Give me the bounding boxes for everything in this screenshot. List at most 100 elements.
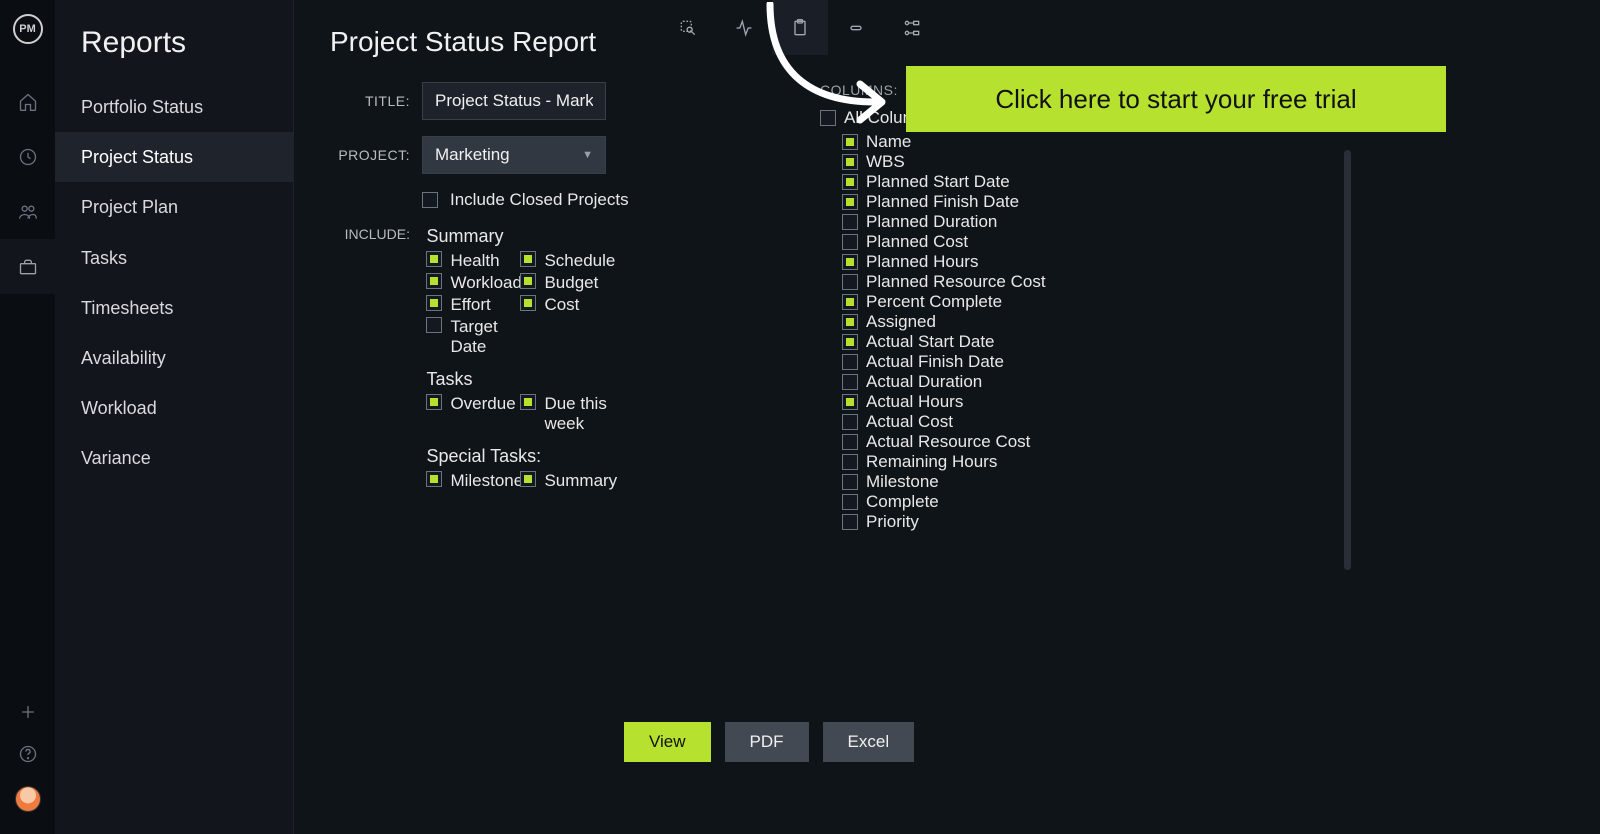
tool-clipboard-icon[interactable] (772, 0, 828, 55)
nav-people-icon[interactable] (0, 184, 55, 239)
column-checkbox-assigned[interactable] (842, 314, 858, 330)
column-checkbox-actual-finish-date[interactable] (842, 354, 858, 370)
column-checkbox-wbs[interactable] (842, 154, 858, 170)
columns-scrollbar[interactable] (1344, 150, 1351, 570)
column-label: Planned Start Date (866, 172, 1010, 192)
summary-cost-checkbox[interactable] (520, 295, 536, 311)
free-trial-cta[interactable]: Click here to start your free trial (906, 66, 1446, 132)
column-row: Complete (842, 492, 1140, 512)
column-label: Remaining Hours (866, 452, 997, 472)
column-checkbox-actual-duration[interactable] (842, 374, 858, 390)
column-label: Actual Resource Cost (866, 432, 1030, 452)
column-checkbox-priority[interactable] (842, 514, 858, 530)
sidebar-item-timesheets[interactable]: Timesheets (55, 283, 293, 333)
column-checkbox-planned-finish-date[interactable] (842, 194, 858, 210)
summary-effort-checkbox[interactable] (426, 295, 442, 311)
sidebar-item-project-plan[interactable]: Project Plan (55, 182, 293, 232)
page-title: Project Status Report (330, 26, 1564, 58)
column-row: Actual Hours (842, 392, 1140, 412)
column-checkbox-actual-hours[interactable] (842, 394, 858, 410)
special-milestones-checkbox[interactable] (426, 471, 442, 487)
nav-recent-icon[interactable] (0, 129, 55, 184)
sidebar-item-variance[interactable]: Variance (55, 433, 293, 483)
column-row: Name (842, 132, 1140, 152)
project-select[interactable]: Marketing ▼ (422, 136, 606, 174)
column-label: Priority (866, 512, 919, 532)
column-row: Planned Duration (842, 212, 1140, 232)
column-checkbox-actual-resource-cost[interactable] (842, 434, 858, 450)
tool-flow-icon[interactable] (884, 0, 940, 55)
nav-home-icon[interactable] (0, 74, 55, 129)
sidebar-item-project-status[interactable]: Project Status (55, 132, 293, 182)
column-row: Actual Start Date (842, 332, 1140, 352)
summary-budget-label: Budget (544, 273, 598, 293)
columns-panel: COLUMNS: All Columns NameWBSPlanned Star… (820, 82, 1140, 532)
column-row: Remaining Hours (842, 452, 1140, 472)
tasks-due-this-week-checkbox[interactable] (520, 394, 536, 410)
nav-briefcase-icon[interactable] (0, 239, 55, 294)
special-summary-checkbox[interactable] (520, 471, 536, 487)
nav-add-icon[interactable] (0, 702, 55, 722)
column-label: Name (866, 132, 911, 152)
column-label: WBS (866, 152, 905, 172)
include-label: INCLUDE: (330, 226, 410, 242)
column-label: Actual Finish Date (866, 352, 1004, 372)
summary-schedule-label: Schedule (544, 251, 615, 271)
column-checkbox-percent-complete[interactable] (842, 294, 858, 310)
special-header: Special Tasks: (426, 446, 610, 467)
include-closed-checkbox[interactable] (422, 192, 438, 208)
app-logo: PM (13, 14, 43, 44)
summary-health-label: Health (450, 251, 499, 271)
column-checkbox-planned-start-date[interactable] (842, 174, 858, 190)
report-form: TITLE: PROJECT: Marketing ▼ Include Clos… (330, 82, 710, 491)
column-checkbox-planned-resource-cost[interactable] (842, 274, 858, 290)
summary-budget-checkbox[interactable] (520, 273, 536, 289)
column-label: Planned Resource Cost (866, 272, 1046, 292)
column-row: Milestone (842, 472, 1140, 492)
excel-button[interactable]: Excel (823, 722, 915, 762)
column-checkbox-milestone[interactable] (842, 474, 858, 490)
summary-target-date-checkbox[interactable] (426, 317, 442, 333)
avatar[interactable] (15, 786, 41, 812)
icon-rail: PM (0, 0, 55, 834)
column-row: Assigned (842, 312, 1140, 332)
sidebar-item-availability[interactable]: Availability (55, 333, 293, 383)
tasks-due-this-week-label: Due this week (544, 394, 610, 434)
tool-minus-icon[interactable] (828, 0, 884, 55)
column-label: Complete (866, 492, 939, 512)
sidebar: Reports Portfolio StatusProject StatusPr… (55, 0, 294, 834)
column-checkbox-planned-duration[interactable] (842, 214, 858, 230)
column-row: Actual Finish Date (842, 352, 1140, 372)
include-closed-label: Include Closed Projects (450, 190, 629, 210)
column-label: Actual Start Date (866, 332, 995, 352)
pdf-button[interactable]: PDF (725, 722, 809, 762)
column-checkbox-complete[interactable] (842, 494, 858, 510)
summary-schedule-checkbox[interactable] (520, 251, 536, 267)
tool-search-icon[interactable] (660, 0, 716, 55)
column-checkbox-actual-cost[interactable] (842, 414, 858, 430)
tool-activity-icon[interactable] (716, 0, 772, 55)
column-label: Percent Complete (866, 292, 1002, 312)
column-checkbox-actual-start-date[interactable] (842, 334, 858, 350)
column-label: Actual Cost (866, 412, 953, 432)
summary-health-checkbox[interactable] (426, 251, 442, 267)
summary-target-date-label: Target Date (450, 317, 516, 357)
column-checkbox-remaining-hours[interactable] (842, 454, 858, 470)
tasks-overdue-checkbox[interactable] (426, 394, 442, 410)
view-button[interactable]: View (624, 722, 711, 762)
sidebar-item-workload[interactable]: Workload (55, 383, 293, 433)
sidebar-item-tasks[interactable]: Tasks (55, 233, 293, 283)
all-columns-checkbox[interactable] (820, 110, 836, 126)
column-row: Planned Hours (842, 252, 1140, 272)
sidebar-item-portfolio-status[interactable]: Portfolio Status (55, 82, 293, 132)
title-input[interactable] (422, 82, 606, 120)
column-checkbox-name[interactable] (842, 134, 858, 150)
column-label: Planned Duration (866, 212, 997, 232)
column-row: Planned Start Date (842, 172, 1140, 192)
column-checkbox-planned-hours[interactable] (842, 254, 858, 270)
column-checkbox-planned-cost[interactable] (842, 234, 858, 250)
column-label: Planned Finish Date (866, 192, 1019, 212)
nav-help-icon[interactable] (0, 744, 55, 764)
summary-workload-checkbox[interactable] (426, 273, 442, 289)
project-select-value: Marketing (435, 145, 510, 165)
